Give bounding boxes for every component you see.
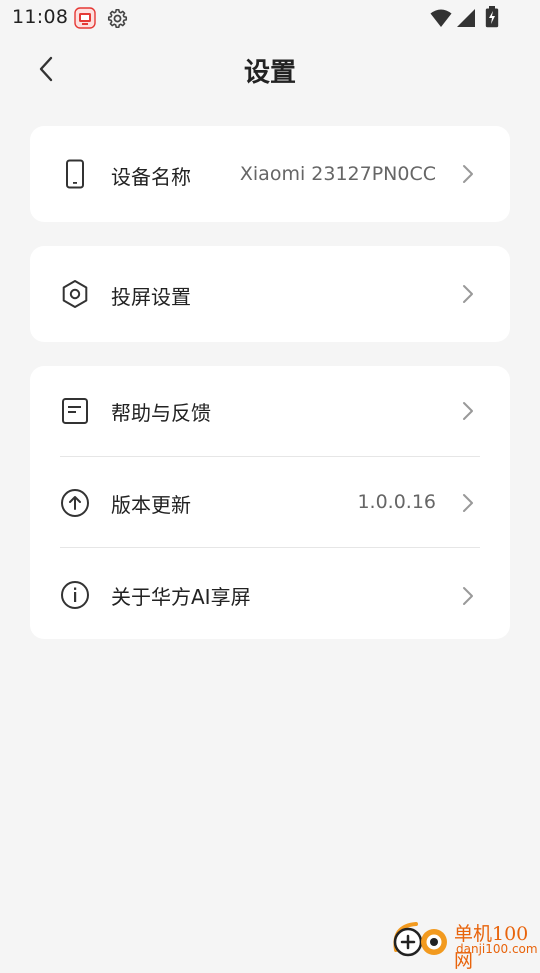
cast-app-icon xyxy=(74,7,96,29)
settings-row-device-name[interactable]: 设备名称 Xiaomi 23127PN0CC xyxy=(30,126,510,222)
settings-row-version-update[interactable]: 版本更新 1.0.0.16 xyxy=(30,457,510,548)
page-title: 设置 xyxy=(243,58,296,88)
row-label: 投屏设置 xyxy=(111,285,191,309)
settings-row-cast-settings[interactable]: 投屏设置 xyxy=(30,246,510,342)
wifi-icon xyxy=(430,9,452,27)
watermark: 单机100网 danji100.com xyxy=(390,918,540,972)
battery-charging-icon xyxy=(485,6,499,28)
settings-row-about[interactable]: 关于华方AI享屏 xyxy=(30,548,510,639)
arrow-up-circle-icon xyxy=(61,489,89,517)
row-label: 关于华方AI享屏 xyxy=(111,585,251,609)
chevron-right-icon xyxy=(463,285,473,303)
row-label: 版本更新 xyxy=(111,493,191,517)
signal-icon xyxy=(457,9,475,27)
chevron-right-icon xyxy=(463,165,473,183)
hexagon-settings-icon xyxy=(62,280,88,308)
header: 设置 xyxy=(0,36,540,104)
watermark-url: danji100.com xyxy=(456,942,538,956)
status-bar: 11:08 xyxy=(0,0,540,36)
device-card: 设备名称 Xiaomi 23127PN0CC xyxy=(30,126,510,222)
status-time: 11:08 xyxy=(12,6,69,28)
row-value: Xiaomi 23127PN0CC xyxy=(239,163,436,185)
row-value: 1.0.0.16 xyxy=(357,491,436,513)
chevron-right-icon xyxy=(463,402,473,420)
row-label: 设备名称 xyxy=(111,165,191,189)
chevron-right-icon xyxy=(463,494,473,512)
row-label: 帮助与反馈 xyxy=(111,401,211,425)
cast-card: 投屏设置 xyxy=(30,246,510,342)
info-card: 帮助与反馈 版本更新 1.0.0.16 关于华方AI享屏 xyxy=(30,366,510,639)
info-circle-icon xyxy=(61,581,89,609)
chevron-right-icon xyxy=(463,587,473,605)
settings-row-help-feedback[interactable]: 帮助与反馈 xyxy=(30,366,510,457)
watermark-logo-icon xyxy=(393,922,447,957)
gear-icon xyxy=(107,8,128,29)
document-icon xyxy=(62,398,88,424)
phone-icon xyxy=(66,159,84,189)
